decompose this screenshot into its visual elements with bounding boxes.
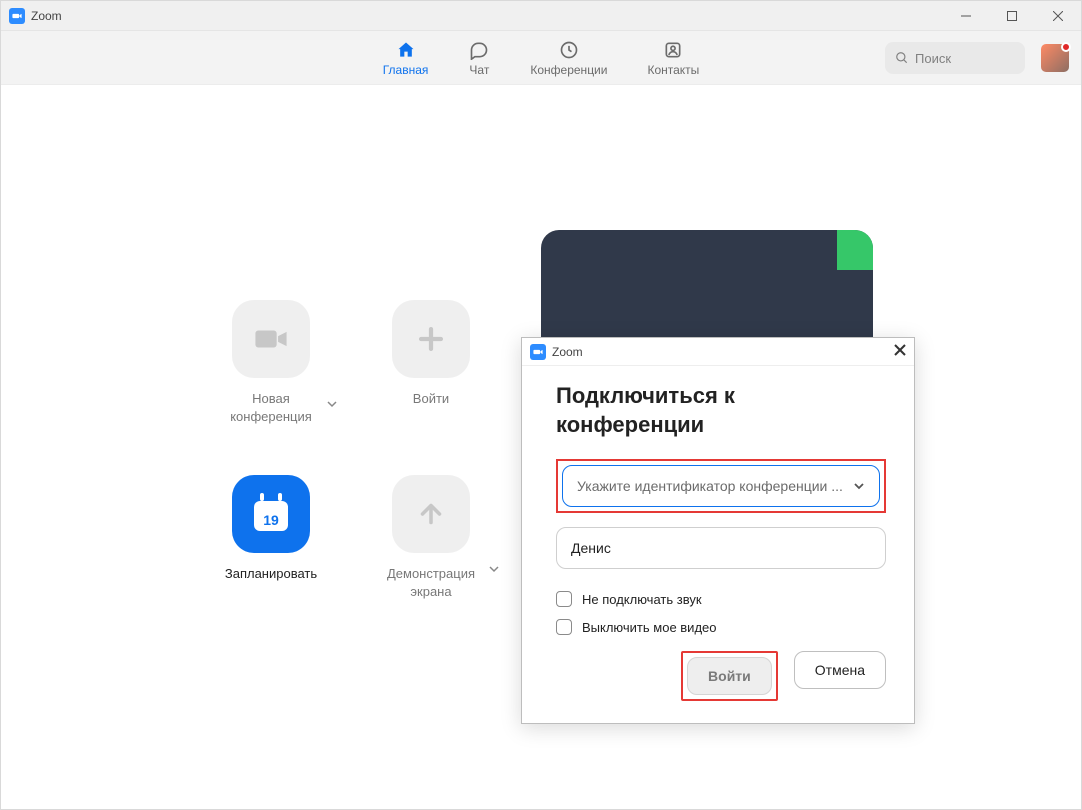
tile-new-meeting[interactable]: Новая конференция — [191, 300, 351, 425]
action-tiles: Новая конференция Войти 19 Запланирова — [191, 300, 511, 600]
zoom-app-icon — [9, 8, 25, 24]
tile-share-screen[interactable]: Демонстрация экрана — [351, 475, 511, 600]
dialog-cancel-button[interactable]: Отмена — [794, 651, 886, 689]
search-input[interactable]: Поиск — [885, 42, 1025, 74]
name-input[interactable]: Денис — [556, 527, 886, 569]
chat-icon — [468, 39, 490, 61]
video-icon — [254, 322, 288, 356]
tile-join[interactable]: Войти — [351, 300, 511, 425]
dialog-buttons: Войти Отмена — [556, 651, 886, 701]
presence-indicator — [1061, 42, 1071, 52]
dialog-body: Подключиться к конференции Укажите идент… — [522, 366, 914, 723]
toolbar: Главная Чат Конференции Контакты — [1, 31, 1081, 85]
avatar[interactable] — [1041, 44, 1069, 72]
tile-schedule-label: Запланировать — [225, 565, 317, 583]
share-screen-button[interactable] — [392, 475, 470, 553]
dialog-heading: Подключиться к конференции — [556, 382, 886, 439]
dialog-join-button-label: Войти — [708, 668, 751, 684]
main-area: Новая конференция Войти 19 Запланирова — [1, 85, 1081, 809]
search-icon — [895, 51, 909, 65]
tab-contacts-label: Контакты — [647, 63, 699, 77]
zoom-app-icon — [530, 344, 546, 360]
tab-chat[interactable]: Чат — [468, 39, 490, 77]
tab-meetings[interactable]: Конференции — [530, 39, 607, 77]
plus-icon — [414, 322, 448, 356]
chevron-down-icon[interactable] — [489, 561, 499, 579]
contacts-icon — [662, 39, 684, 61]
tab-meetings-label: Конференции — [530, 63, 607, 77]
minimize-button[interactable] — [943, 1, 989, 31]
join-meeting-dialog: Zoom Подключиться к конференции Укажите … — [521, 337, 915, 724]
checkbox-no-audio-label: Не подключать звук — [582, 592, 702, 607]
maximize-button[interactable] — [989, 1, 1035, 31]
dialog-join-button[interactable]: Войти — [687, 657, 772, 695]
tab-contacts[interactable]: Контакты — [647, 39, 699, 77]
app-window: Zoom Главная Чат — [0, 0, 1082, 810]
clock-icon — [558, 39, 580, 61]
tab-chat-label: Чат — [469, 63, 489, 77]
name-input-value: Денис — [571, 540, 611, 556]
dialog-window-title: Zoom — [552, 345, 583, 359]
tile-new-meeting-label: Новая конференция — [211, 390, 331, 425]
nav-tabs: Главная Чат Конференции Контакты — [383, 39, 700, 77]
close-button[interactable] — [1035, 1, 1081, 31]
checkbox-no-audio[interactable] — [556, 591, 572, 607]
dialog-titlebar: Zoom — [522, 338, 914, 366]
tile-schedule[interactable]: 19 Запланировать — [191, 475, 351, 600]
checkbox-no-audio-row[interactable]: Не подключать звук — [556, 591, 886, 607]
home-icon — [395, 39, 417, 61]
tile-share-screen-label: Демонстрация экрана — [371, 565, 491, 600]
new-meeting-button[interactable] — [232, 300, 310, 378]
tab-home-label: Главная — [383, 63, 429, 77]
window-controls — [943, 1, 1081, 31]
search-placeholder: Поиск — [915, 51, 951, 66]
schedule-button[interactable]: 19 — [232, 475, 310, 553]
calendar-date: 19 — [254, 512, 288, 528]
dialog-close-button[interactable] — [894, 343, 906, 361]
dialog-cancel-button-label: Отмена — [815, 662, 865, 678]
checkbox-no-video-label: Выключить мое видео — [582, 620, 717, 635]
chevron-down-icon[interactable] — [327, 396, 337, 414]
titlebar: Zoom — [1, 1, 1081, 31]
calendar-icon: 19 — [254, 497, 288, 531]
join-button[interactable] — [392, 300, 470, 378]
meeting-id-placeholder: Укажите идентификатор конференции ... — [577, 478, 843, 494]
chevron-down-icon — [853, 480, 865, 492]
titlebar-left: Zoom — [1, 8, 62, 24]
window-title: Zoom — [31, 9, 62, 23]
arrow-up-icon — [414, 497, 448, 531]
checkbox-no-video[interactable] — [556, 619, 572, 635]
meeting-id-highlight: Укажите идентификатор конференции ... — [556, 459, 886, 513]
checkbox-no-video-row[interactable]: Выключить мое видео — [556, 619, 886, 635]
tile-join-label: Войти — [413, 390, 449, 408]
meeting-id-combobox[interactable]: Укажите идентификатор конференции ... — [562, 465, 880, 507]
join-button-highlight: Войти — [681, 651, 778, 701]
tab-home[interactable]: Главная — [383, 39, 429, 77]
